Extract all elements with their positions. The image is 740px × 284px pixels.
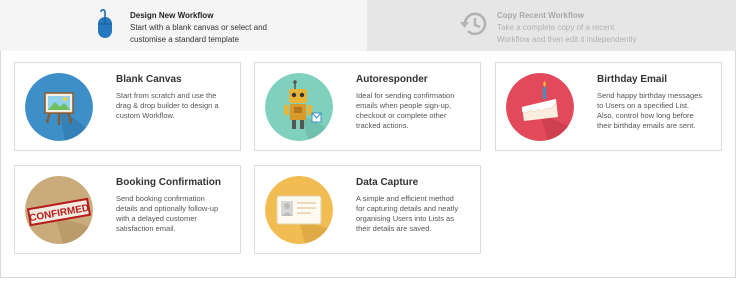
card-description-line: Send booking confirmation — [116, 194, 205, 203]
tab-title: Design New Workflow — [130, 11, 214, 20]
confirmed-stamp-icon: CONFIRMED — [25, 176, 93, 244]
mouse-icon — [95, 8, 117, 46]
tab-description: customise a standard template — [130, 35, 239, 44]
card-title: Booking Confirmation — [116, 177, 221, 188]
card-description: A simple and efficient method for captur… — [356, 194, 476, 234]
workflow-tabs: Design New Workflow Start with a blank c… — [0, 0, 736, 51]
template-card-birthday-email[interactable]: Birthday Email Send happy birthday messa… — [495, 62, 722, 151]
robot-icon — [265, 73, 333, 141]
card-description-line: Also, control how long before — [597, 111, 694, 120]
template-card-blank-canvas[interactable]: Blank Canvas Start from scratch and use … — [14, 62, 241, 151]
tab-design-new-workflow[interactable]: Design New Workflow Start with a blank c… — [0, 0, 367, 51]
history-icon — [459, 9, 489, 44]
card-description-line: drag & drop builder to design a — [116, 101, 219, 110]
card-title: Data Capture — [356, 177, 419, 188]
tab-design-text: Design New Workflow Start with a blank c… — [130, 10, 267, 46]
template-card-booking-confirmation[interactable]: CONFIRMED Booking Confirmation Send book… — [14, 165, 241, 254]
card-description: Send booking confirmation details and op… — [116, 194, 236, 234]
tab-description: Start with a blank canvas or select and — [130, 23, 267, 32]
card-description-line: their details are saved. — [356, 224, 432, 233]
card-description-line: satisfaction email. — [116, 224, 176, 233]
card-description: Ideal for sending confirmation emails wh… — [356, 91, 476, 131]
card-description-line: custom Workflow. — [116, 111, 175, 120]
card-description-line: for capturing details and neatly — [356, 204, 459, 213]
card-description: Start from scratch and use the drag & dr… — [116, 91, 236, 121]
easel-icon — [25, 73, 93, 141]
tab-description: Take a complete copy of a recent — [497, 23, 615, 32]
tab-title: Copy Recent Workflow — [497, 11, 584, 20]
card-title: Blank Canvas — [116, 74, 182, 85]
tab-description: Workflow and then edit it independently — [497, 35, 637, 44]
cake-icon — [506, 73, 574, 141]
card-description-line: checkout or complete other — [356, 111, 447, 120]
card-description-line: Send happy birthday messages — [597, 91, 703, 100]
card-description-line: to Users on a specified List. — [597, 101, 690, 110]
card-description: Send happy birthday messages to Users on… — [597, 91, 717, 131]
card-description-line: Ideal for sending confirmation — [356, 91, 455, 100]
card-title: Autoresponder — [356, 74, 428, 85]
id-card-icon — [265, 176, 333, 244]
card-description-line: emails when people sign-up, — [356, 101, 452, 110]
card-description-line: Start from scratch and use the — [116, 91, 217, 100]
card-description-line: organising Users into Lists as — [356, 214, 454, 223]
card-description-line: with a delayed customer — [116, 214, 197, 223]
card-description-line: details and optionally follow-up — [116, 204, 219, 213]
card-description-line: tracked actions. — [356, 121, 409, 130]
card-title: Birthday Email — [597, 74, 668, 85]
template-card-autoresponder[interactable]: Autoresponder Ideal for sending confirma… — [254, 62, 481, 151]
tab-copy-text: Copy Recent Workflow Take a complete cop… — [497, 10, 637, 46]
tab-copy-recent-workflow[interactable]: Copy Recent Workflow Take a complete cop… — [367, 0, 736, 51]
card-description-line: A simple and efficient method — [356, 194, 454, 203]
card-description-line: their birthday emails are sent. — [597, 121, 696, 130]
template-card-data-capture[interactable]: Data Capture A simple and efficient meth… — [254, 165, 481, 254]
